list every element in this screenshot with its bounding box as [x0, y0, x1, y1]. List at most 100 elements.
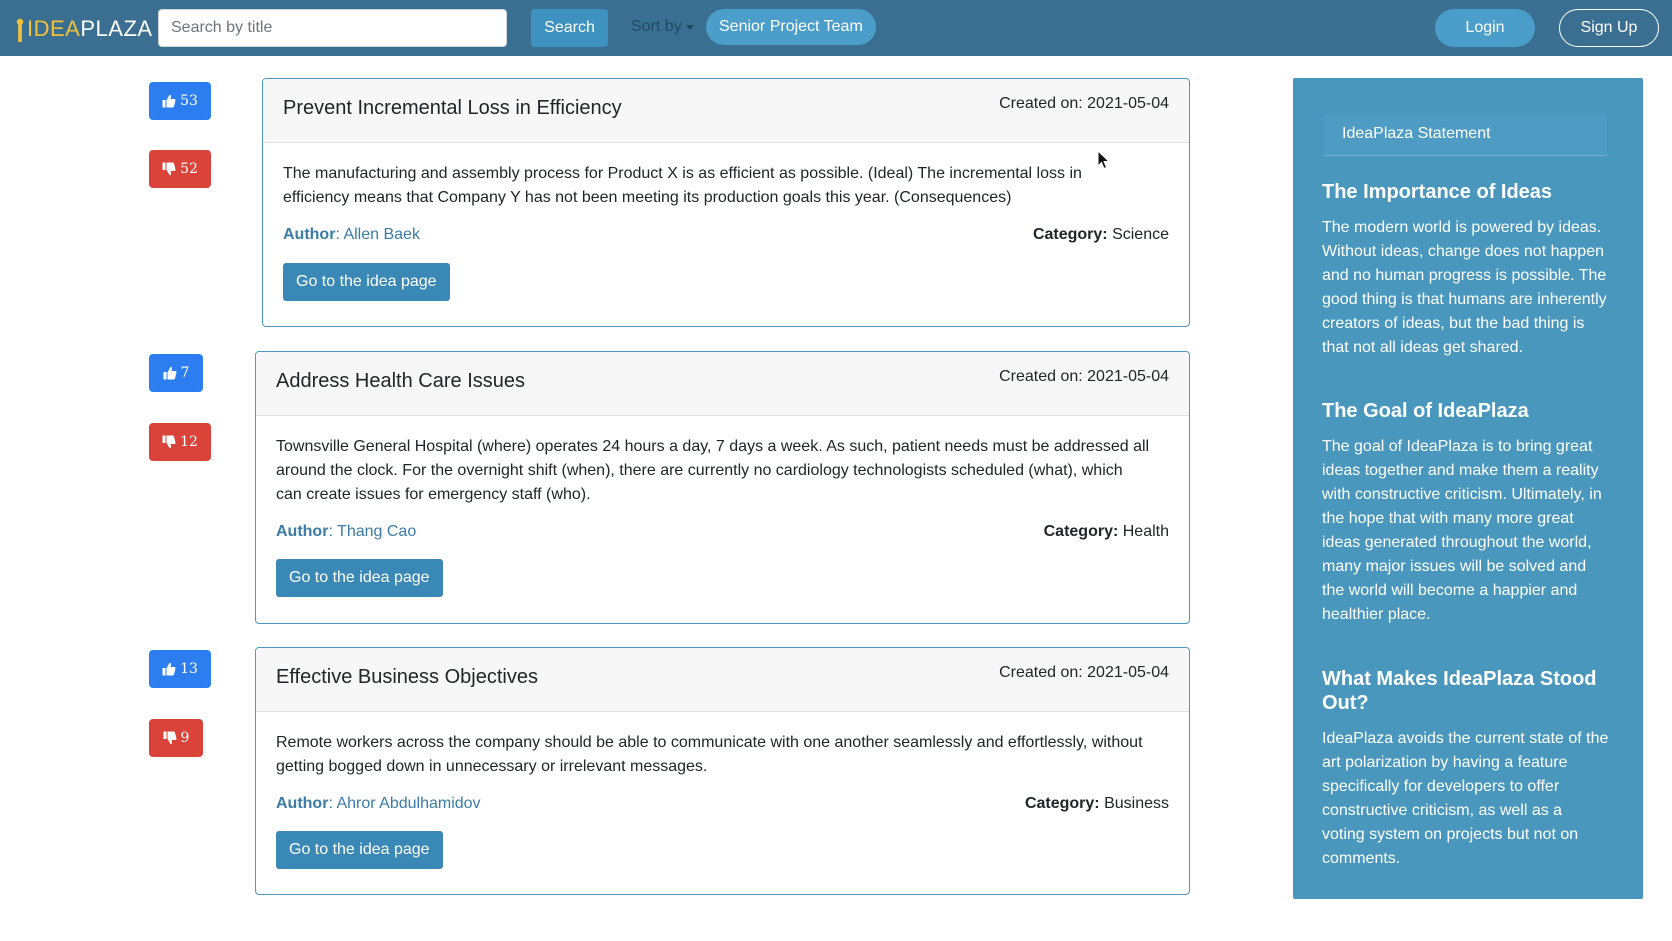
text-line: comments.	[1322, 850, 1401, 867]
category-label: Category:	[1032, 226, 1108, 243]
senior-project-team-button[interactable]: Senior Project Team	[706, 9, 876, 45]
description-line: Remote workers across the company should…	[276, 734, 1143, 751]
text-line: art polarization by having a feature	[1322, 754, 1568, 771]
category: Category: Science	[1033, 226, 1169, 244]
text-line: many major issues will be solved and	[1322, 558, 1587, 575]
upvote-count: 53	[180, 93, 198, 109]
heading-line: What Makes IdeaPlaza Stood	[1322, 668, 1597, 690]
category-label: Category:	[1024, 795, 1100, 812]
text-line: IdeaPlaza avoids the current state of th…	[1322, 730, 1609, 747]
created-date: Created on: 2021-05-04	[999, 664, 1169, 681]
section-heading: What Makes IdeaPlaza Stood Out?	[1322, 667, 1622, 715]
section-text: The modern world is powered by ideas. Wi…	[1322, 216, 1612, 360]
idea-title: Address Health Care Issues	[276, 370, 526, 392]
upvote-button[interactable]: 13	[149, 650, 211, 688]
description-line: around the clock. For the overnight shif…	[276, 462, 1123, 479]
idea-description: Remote workers across the company should…	[276, 731, 1143, 779]
downvote-button[interactable]: 52	[149, 150, 211, 188]
upvote-count: 7	[180, 365, 190, 381]
author: Author: Allen Baek	[283, 226, 420, 243]
category: Category: Business	[1025, 795, 1169, 813]
thumbs-up-icon	[162, 94, 176, 108]
text-line: and no human progress is possible. The	[1322, 267, 1607, 284]
description-line: can create issues for emergency staff (w…	[276, 486, 591, 503]
card-header: Address Health Care Issues Created on: 2…	[256, 352, 1189, 416]
idea-card: Effective Business Objectives Created on…	[255, 647, 1190, 895]
sort-by-label: Sort by	[631, 18, 682, 35]
section-text: IdeaPlaza avoids the current state of th…	[1322, 727, 1612, 871]
downvote-button[interactable]: 12	[149, 423, 211, 461]
text-line: creators of ideas, but the bad thing is	[1322, 315, 1585, 332]
section-heading: The Goal of IdeaPlaza	[1322, 400, 1529, 422]
text-line: The modern world is powered by ideas.	[1322, 219, 1602, 236]
text-line: ideas generated throughout the world,	[1322, 534, 1592, 551]
text-line: with constructive criticism. Ultimately,…	[1322, 486, 1602, 503]
author-name[interactable]: Thang Cao	[337, 523, 416, 540]
upvote-button[interactable]: 53	[149, 82, 211, 120]
thumbs-up-icon	[163, 366, 177, 380]
search-input[interactable]	[158, 9, 507, 47]
idea-description: Townsville General Hospital (where) oper…	[276, 435, 1149, 507]
author: Author: Thang Cao	[276, 523, 417, 540]
text-line: specifically for developers to offer	[1322, 778, 1560, 795]
author: Author: Ahror Abdulhamidov	[276, 795, 481, 812]
idea-card: Prevent Incremental Loss in Efficiency C…	[262, 78, 1190, 327]
idea-title: Prevent Incremental Loss in Efficiency	[283, 97, 622, 119]
card-header: Effective Business Objectives Created on…	[256, 648, 1189, 712]
author-label: Author	[276, 523, 329, 540]
login-button[interactable]: Login	[1435, 9, 1535, 47]
caret-down-icon	[685, 24, 694, 30]
go-to-idea-button[interactable]: Go to the idea page	[276, 559, 443, 597]
statement-sidebar: IdeaPlaza Statement The Importance of Id…	[1293, 78, 1643, 899]
downvote-count: 12	[180, 434, 198, 450]
thumbs-down-icon	[162, 162, 176, 176]
search-button[interactable]: Search	[531, 9, 608, 47]
author-label: Author	[283, 226, 336, 243]
go-to-idea-button[interactable]: Go to the idea page	[276, 831, 443, 869]
description-line: The manufacturing and assembly process f…	[283, 165, 1082, 182]
created-date: Created on: 2021-05-04	[999, 368, 1169, 385]
brand-logo[interactable]: IDEA PLAZA	[15, 14, 153, 42]
text-line: the hope that with many more great	[1322, 510, 1574, 527]
sign-up-button[interactable]: Sign Up	[1559, 9, 1659, 47]
upvote-count: 13	[180, 661, 198, 677]
text-line: ideas together and make them a reality	[1322, 462, 1599, 479]
card-header: Prevent Incremental Loss in Efficiency C…	[263, 79, 1189, 143]
author-label: Author	[276, 795, 329, 812]
idea-description: The manufacturing and assembly process f…	[283, 162, 1082, 210]
text-line: constructive criticism, as well as a	[1322, 802, 1563, 819]
thumbs-up-icon	[162, 662, 176, 676]
brand-plaza: PLAZA	[80, 16, 153, 41]
description-line: Townsville General Hospital (where) oper…	[276, 438, 1150, 455]
author-name[interactable]: Ahror Abdulhamidov	[336, 795, 480, 812]
mouse-cursor-icon	[1097, 149, 1111, 175]
upvote-button[interactable]: 7	[149, 354, 203, 392]
category-label: Category:	[1043, 523, 1119, 540]
section-heading: The Importance of Ideas	[1322, 181, 1553, 203]
author-name[interactable]: Allen Baek	[343, 226, 420, 243]
lightbulb-icon	[15, 18, 25, 42]
text-line: The goal of IdeaPlaza is to bring great	[1322, 438, 1593, 455]
downvote-button[interactable]: 9	[149, 719, 203, 757]
go-to-idea-button[interactable]: Go to the idea page	[283, 263, 450, 301]
section-text: The goal of IdeaPlaza is to bring great …	[1322, 435, 1612, 627]
text-line: the world will become a happier and	[1322, 582, 1578, 599]
text-line: voting system on projects but not on	[1322, 826, 1579, 843]
category: Category: Health	[1044, 523, 1169, 541]
text-line: Without ideas, change does not happen	[1322, 243, 1604, 260]
text-line: good thing is that humans are inherently	[1322, 291, 1607, 308]
brand-idea: IDEA	[27, 16, 81, 41]
heading-line: Out?	[1322, 692, 1369, 714]
description-line: efficiency means that Company Y has not …	[283, 189, 1012, 206]
category-value: Health	[1122, 523, 1169, 540]
idea-title: Effective Business Objectives	[276, 666, 538, 688]
idea-card: Address Health Care Issues Created on: 2…	[255, 351, 1190, 624]
sort-by-dropdown[interactable]: Sort by	[631, 18, 694, 36]
statement-title: IdeaPlaza Statement	[1342, 125, 1491, 142]
category-value: Business	[1104, 795, 1169, 812]
thumbs-down-icon	[162, 435, 176, 449]
thumbs-down-icon	[163, 731, 177, 745]
description-line: getting bogged down in unnecessary or ir…	[276, 758, 708, 775]
text-line: healthier place.	[1322, 606, 1431, 623]
text-line: that not all ideas get shared.	[1322, 339, 1524, 356]
